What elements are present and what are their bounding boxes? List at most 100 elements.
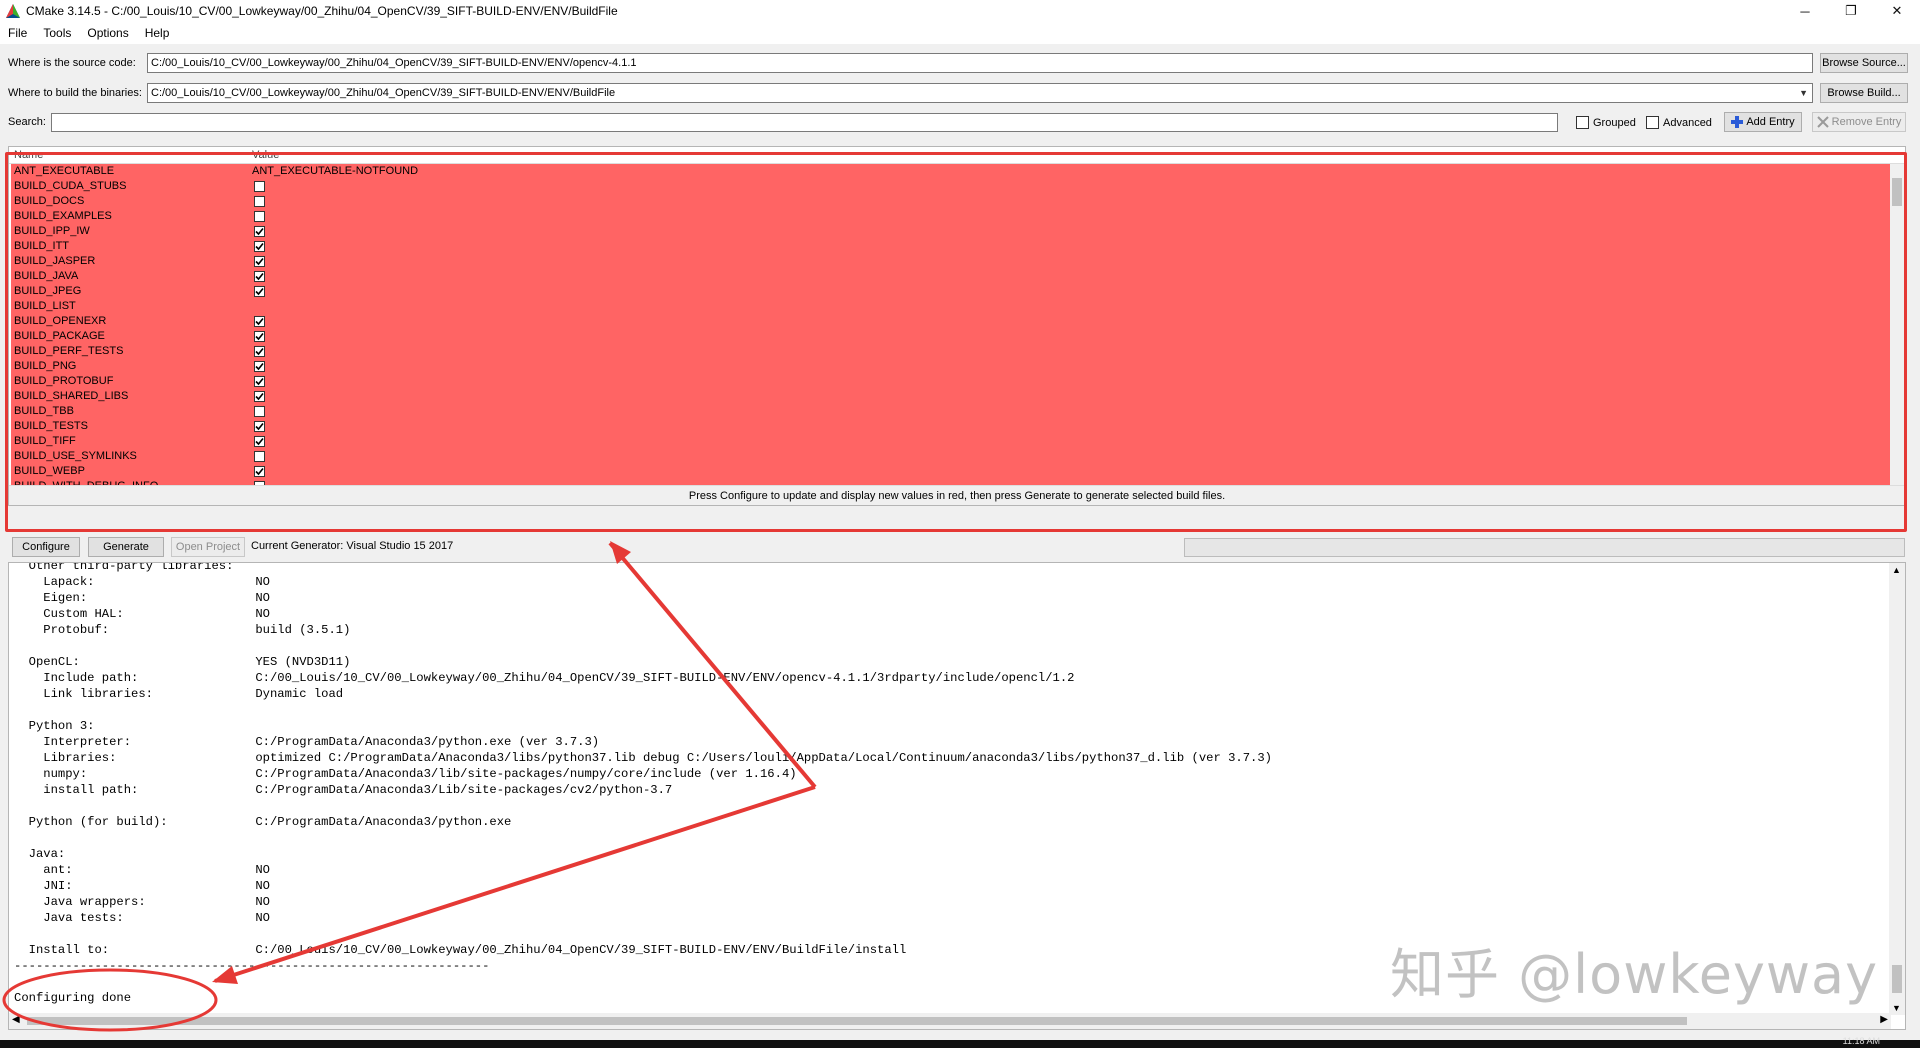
log-hscroll-thumb[interactable] (27, 1017, 1687, 1025)
log-vertical-scrollbar[interactable]: ▲ ▼ (1889, 563, 1905, 1015)
table-scroll-thumb[interactable] (1892, 178, 1902, 206)
value-checkbox[interactable] (254, 271, 265, 282)
value-checkbox[interactable] (254, 421, 265, 432)
progress-bar (1184, 538, 1905, 557)
value-checkbox[interactable] (254, 241, 265, 252)
table-row[interactable]: ANT_EXECUTABLE ANT_EXECUTABLE-NOTFOUND (11, 164, 1891, 179)
value-checkbox[interactable] (254, 286, 265, 297)
table-row[interactable]: BUILD_TBB (11, 404, 1891, 419)
value-checkbox[interactable] (254, 451, 265, 462)
generate-button[interactable]: Generate (88, 537, 164, 557)
scroll-right-icon[interactable]: ▶ (1880, 1014, 1888, 1025)
checkmark-icon (255, 272, 264, 281)
table-row[interactable]: BUILD_SHARED_LIBS (11, 389, 1891, 404)
cell-name: BUILD_TESTS (14, 420, 88, 432)
table-row[interactable]: BUILD_CUDA_STUBS (11, 179, 1891, 194)
table-row[interactable]: BUILD_WEBP (11, 464, 1891, 479)
table-scrollbar[interactable] (1890, 164, 1904, 487)
log-line: install path: C:/ProgramData/Anaconda3/L… (14, 783, 673, 797)
table-row[interactable]: BUILD_DOCS (11, 194, 1891, 209)
value-checkbox[interactable] (254, 436, 265, 447)
value-checkbox[interactable] (254, 376, 265, 387)
scroll-down-icon[interactable]: ▼ (1892, 1003, 1901, 1013)
cell-value[interactable]: ANT_EXECUTABLE-NOTFOUND (252, 164, 418, 179)
table-row[interactable]: BUILD_JASPER (11, 254, 1891, 269)
log-line: Custom HAL: NO (14, 607, 270, 621)
value-checkbox[interactable] (254, 316, 265, 327)
value-checkbox[interactable] (254, 346, 265, 357)
table-row[interactable]: BUILD_EXAMPLES (11, 209, 1891, 224)
table-row[interactable]: BUILD_ITT (11, 239, 1891, 254)
value-checkbox[interactable] (254, 226, 265, 237)
menu-options[interactable]: Options (79, 26, 136, 40)
table-row[interactable]: BUILD_PERF_TESTS (11, 344, 1891, 359)
build-path-combobox[interactable]: C:/00_Louis/10_CV/00_Lowkeyway/00_Zhihu/… (147, 83, 1813, 103)
table-row[interactable]: BUILD_USE_SYMLINKS (11, 449, 1891, 464)
table-row[interactable]: BUILD_TIFF (11, 434, 1891, 449)
table-row[interactable]: BUILD_IPP_IW (11, 224, 1891, 239)
value-checkbox[interactable] (254, 256, 265, 267)
log-horizontal-scrollbar[interactable]: ◀ ▶ (9, 1013, 1891, 1029)
log-line: Python 3: (14, 719, 95, 733)
value-checkbox[interactable] (254, 331, 265, 342)
table-row[interactable]: BUILD_JPEG (11, 284, 1891, 299)
open-project-button[interactable]: Open Project (171, 537, 245, 557)
log-vscroll-thumb[interactable] (1892, 965, 1902, 993)
table-row[interactable]: BUILD_PNG (11, 359, 1891, 374)
menu-file[interactable]: File (0, 26, 35, 40)
log-line: Include path: C:/00_Louis/10_CV/00_Lowke… (14, 671, 1075, 685)
log-line: Other third-party libraries: (14, 562, 234, 573)
column-name-header[interactable]: Name (14, 149, 43, 161)
table-row[interactable]: BUILD_PROTOBUF (11, 374, 1891, 389)
value-checkbox[interactable] (254, 181, 265, 192)
log-line: Protobuf: build (3.5.1) (14, 623, 351, 637)
checkmark-icon (255, 437, 264, 446)
menu-help[interactable]: Help (137, 26, 178, 40)
table-row[interactable]: BUILD_JAVA (11, 269, 1891, 284)
cell-name: BUILD_IPP_IW (14, 225, 90, 237)
add-entry-button[interactable]: Add Entry (1724, 112, 1802, 132)
browse-build-button[interactable]: Browse Build... (1820, 83, 1908, 103)
table-row[interactable]: BUILD_OPENEXR (11, 314, 1891, 329)
add-entry-label: Add Entry (1746, 116, 1795, 128)
menu-tools[interactable]: Tools (35, 26, 79, 40)
chevron-down-icon[interactable]: ▼ (1799, 86, 1808, 100)
advanced-checkbox[interactable]: Advanced (1646, 116, 1712, 129)
value-checkbox[interactable] (254, 466, 265, 477)
value-checkbox[interactable] (254, 406, 265, 417)
cell-name: BUILD_ITT (14, 240, 70, 252)
log-line: OpenCL: YES (NVD3D11) (14, 655, 351, 669)
close-button[interactable]: ✕ (1874, 0, 1920, 22)
log-line: ant: NO (14, 863, 270, 877)
scroll-up-icon[interactable]: ▲ (1892, 565, 1901, 575)
browse-source-button[interactable]: Browse Source... (1820, 53, 1908, 73)
source-path-input[interactable]: C:/00_Louis/10_CV/00_Lowkeyway/00_Zhihu/… (147, 53, 1813, 73)
cell-name: ANT_EXECUTABLE (14, 165, 115, 177)
remove-entry-label: Remove Entry (1831, 116, 1902, 128)
log-line: Java: (14, 847, 66, 861)
remove-entry-button[interactable]: Remove Entry (1812, 112, 1906, 132)
value-checkbox[interactable] (254, 361, 265, 372)
scroll-left-icon[interactable]: ◀ (12, 1014, 20, 1025)
cell-name: BUILD_OPENEXR (14, 315, 107, 327)
advanced-checkbox-box[interactable] (1646, 116, 1659, 129)
cmake-logo-icon (6, 4, 20, 18)
column-value-header[interactable]: Value (252, 149, 279, 161)
source-label: Where is the source code: (8, 57, 136, 69)
grouped-checkbox-box[interactable] (1576, 116, 1589, 129)
search-input[interactable] (51, 113, 1558, 132)
value-checkbox[interactable] (254, 391, 265, 402)
build-label: Where to build the binaries: (8, 87, 142, 99)
log-line: numpy: C:/ProgramData/Anaconda3/lib/site… (14, 767, 797, 781)
table-row[interactable]: BUILD_TESTS (11, 419, 1891, 434)
value-checkbox[interactable] (254, 211, 265, 222)
value-checkbox[interactable] (254, 196, 265, 207)
table-row[interactable]: BUILD_LIST (11, 299, 1891, 314)
configure-button[interactable]: Configure (12, 537, 80, 557)
table-row[interactable]: BUILD_PACKAGE (11, 329, 1891, 344)
minimize-button[interactable]: ─ (1782, 0, 1828, 22)
grouped-checkbox[interactable]: Grouped (1576, 116, 1636, 129)
maximize-button[interactable]: ❐ (1828, 0, 1874, 22)
grouped-label: Grouped (1593, 116, 1636, 129)
